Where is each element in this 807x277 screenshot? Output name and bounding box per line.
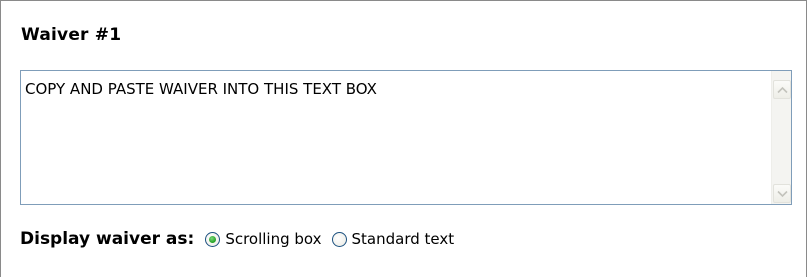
waiver-panel: Waiver #1 Display waiver as: Scrolling b… xyxy=(0,0,807,277)
radio-option-scrolling-box[interactable]: Scrolling box xyxy=(205,230,322,248)
waiver-textbox[interactable] xyxy=(20,70,792,205)
chevron-up-icon xyxy=(777,86,788,94)
display-waiver-row: Display waiver as: Scrolling box Standar… xyxy=(20,229,464,249)
textbox-scrollbar[interactable] xyxy=(771,71,791,204)
standard-text-radio[interactable] xyxy=(331,231,347,247)
waiver-textarea[interactable] xyxy=(21,71,773,204)
scrolling-box-radio[interactable] xyxy=(205,231,221,247)
chevron-down-icon xyxy=(777,190,788,198)
scrolling-box-label[interactable]: Scrolling box xyxy=(225,230,321,248)
standard-text-label[interactable]: Standard text xyxy=(352,230,455,248)
radio-option-standard-text[interactable]: Standard text xyxy=(331,230,455,248)
scroll-down-button[interactable] xyxy=(773,184,791,203)
scroll-up-button[interactable] xyxy=(773,80,791,99)
display-waiver-label: Display waiver as: xyxy=(20,229,195,249)
waiver-title: Waiver #1 xyxy=(21,25,122,45)
